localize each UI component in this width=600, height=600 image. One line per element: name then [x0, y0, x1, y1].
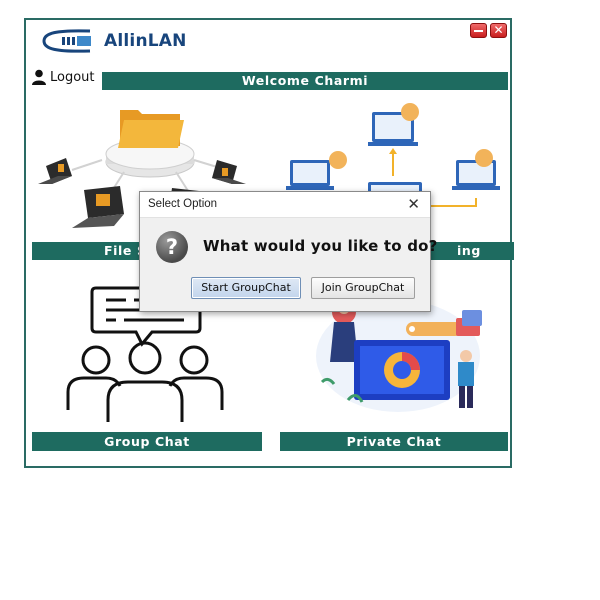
- minimize-button[interactable]: [470, 23, 487, 38]
- user-icon: [32, 69, 46, 85]
- screen-sharing-label[interactable]: ing: [430, 242, 508, 260]
- join-groupchat-button[interactable]: Join GroupChat: [311, 277, 415, 299]
- select-option-dialog: Select Option ✕ ? What would you like to…: [139, 191, 437, 312]
- dialog-title: Select Option: [148, 198, 218, 210]
- start-groupchat-button[interactable]: Start GroupChat: [191, 277, 301, 299]
- group-chat-label[interactable]: Group Chat: [32, 432, 262, 451]
- dialog-close-icon[interactable]: ✕: [407, 195, 420, 213]
- window-close-button[interactable]: ✕: [490, 23, 507, 38]
- allinlan-logo-icon: [42, 29, 91, 53]
- logout-button[interactable]: Logout: [31, 69, 95, 85]
- dialog-titlebar: Select Option ✕: [140, 192, 430, 218]
- brand-name: AllinLAN: [104, 31, 187, 51]
- logout-label: Logout: [50, 69, 95, 85]
- question-icon: ?: [156, 231, 188, 263]
- app-logo: AllinLAN: [40, 24, 187, 58]
- welcome-banner: Welcome Charmi: [102, 72, 508, 90]
- dialog-question: What would you like to do?: [203, 237, 438, 255]
- private-chat-label[interactable]: Private Chat: [280, 432, 508, 451]
